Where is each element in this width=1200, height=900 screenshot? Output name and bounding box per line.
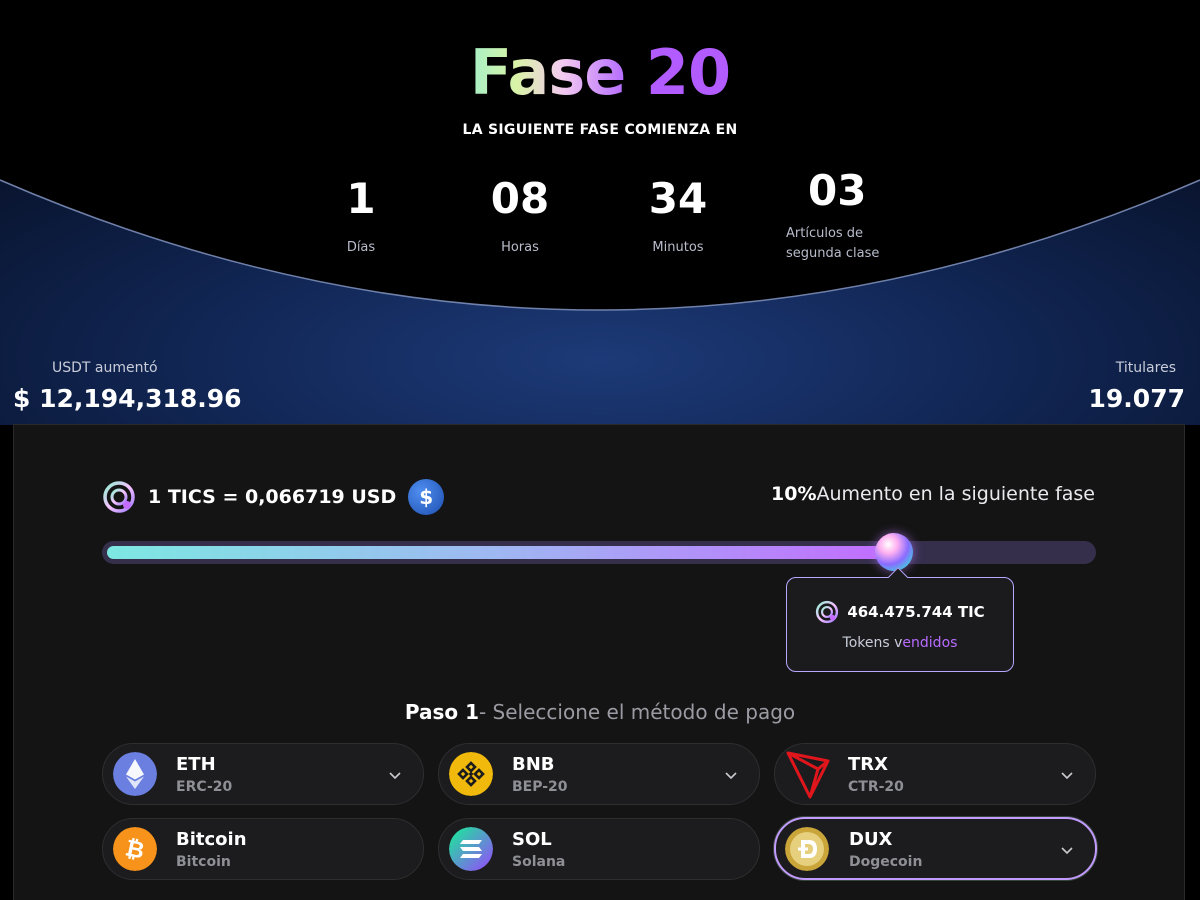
payment-network: BEP-20 [512,779,568,795]
payment-network: Bitcoin [176,854,231,870]
countdown-minutes: 34 Minutos [638,178,718,258]
countdown-seconds-value: 03 [808,166,867,215]
tokens-sold-label-start: Tokens v [842,635,903,651]
dogecoin-icon [785,827,829,871]
countdown-days: 1 Días [330,178,392,258]
holders-value: 19.077 [1088,384,1185,413]
phase-title-word: Fase [469,36,627,109]
phase-title: Fase 20 [0,36,1200,109]
payment-option-trx[interactable]: TRX CTR-20 [774,743,1096,805]
payment-name: ETH [176,754,216,775]
raised-value: $ 12,194,318.96 [13,384,242,413]
chevron-down-icon[interactable] [1059,767,1075,783]
next-phase-increase: 10%Aumento en la siguiente fase [771,483,1095,505]
payment-network: Dogecoin [849,854,923,870]
sale-progress-fill [107,546,894,559]
payment-option-bitcoin[interactable]: ₿ Bitcoin Bitcoin [102,818,424,880]
bitcoin-icon: ₿ [113,827,157,871]
phase-subtitle: LA SIGUIENTE FASE COMIENZA EN [462,122,738,138]
sale-progress-track [102,541,1096,564]
tokens-sold-tooltip: 464.475.744 TIC Tokens vendidos [786,567,1014,672]
increase-text: Aumento en la siguiente fase [816,483,1095,505]
countdown-seconds: 03 Artículos de segunda clase [786,170,886,264]
ethereum-icon [113,752,157,796]
countdown-days-value: 1 [346,174,376,223]
countdown-days-label: Días [346,240,376,255]
solana-icon [449,827,493,871]
payment-network: CTR-20 [848,779,904,795]
tokens-sold-label-end: endidos [902,635,958,651]
payment-network: ERC-20 [176,779,233,795]
chevron-down-icon[interactable] [1059,842,1075,858]
payment-option-sol[interactable]: SOL Solana [438,818,760,880]
countdown-hours-value: 08 [490,174,550,223]
progress-knob [875,533,913,571]
countdown-minutes-label: Minutos [652,240,704,255]
chevron-down-icon[interactable] [723,767,739,783]
raised-label: USDT aumentó [52,360,158,376]
payment-name: Bitcoin [176,829,247,850]
payment-name: TRX [848,754,889,775]
bnb-icon [449,752,493,796]
countdown-seconds-label: Artículos de segunda clase [786,226,880,261]
countdown-hours-label: Horas [501,240,539,255]
phase-title-number: 20 [645,36,731,109]
payment-name: DUX [849,829,893,850]
payment-name: BNB [512,754,555,775]
payment-step-heading: Paso 1- Seleccione el método de pago [0,700,1200,724]
step-number: Paso 1 [404,700,479,724]
tron-icon [785,749,833,801]
tokens-sold-label: Tokens vendidos [787,635,1013,651]
payment-name: SOL [512,829,552,850]
increase-percent: 10% [771,483,817,505]
holders-label: Titulares [1115,360,1176,376]
countdown-hours: 08 Horas [480,178,560,258]
tics-logo-icon [816,600,839,624]
tokens-sold-amount: 464.475.744 TIC [847,603,985,621]
payment-network: Solana [512,854,566,870]
payment-option-bnb[interactable]: BNB BEP-20 [438,743,760,805]
tics-logo-icon [103,481,135,513]
countdown-minutes-value: 34 [648,174,708,223]
usd-coin-icon: $ [408,479,445,515]
token-price: 1 TICS = 0,066719 USD $ [102,479,445,515]
step-text: - Seleccione el método de pago [478,700,796,724]
payment-option-dux[interactable]: DUX Dogecoin [774,817,1097,880]
payment-option-eth[interactable]: ETH ERC-20 [102,743,424,805]
token-rate: 1 TICS = 0,066719 USD [148,486,397,508]
chevron-down-icon[interactable] [387,767,403,783]
